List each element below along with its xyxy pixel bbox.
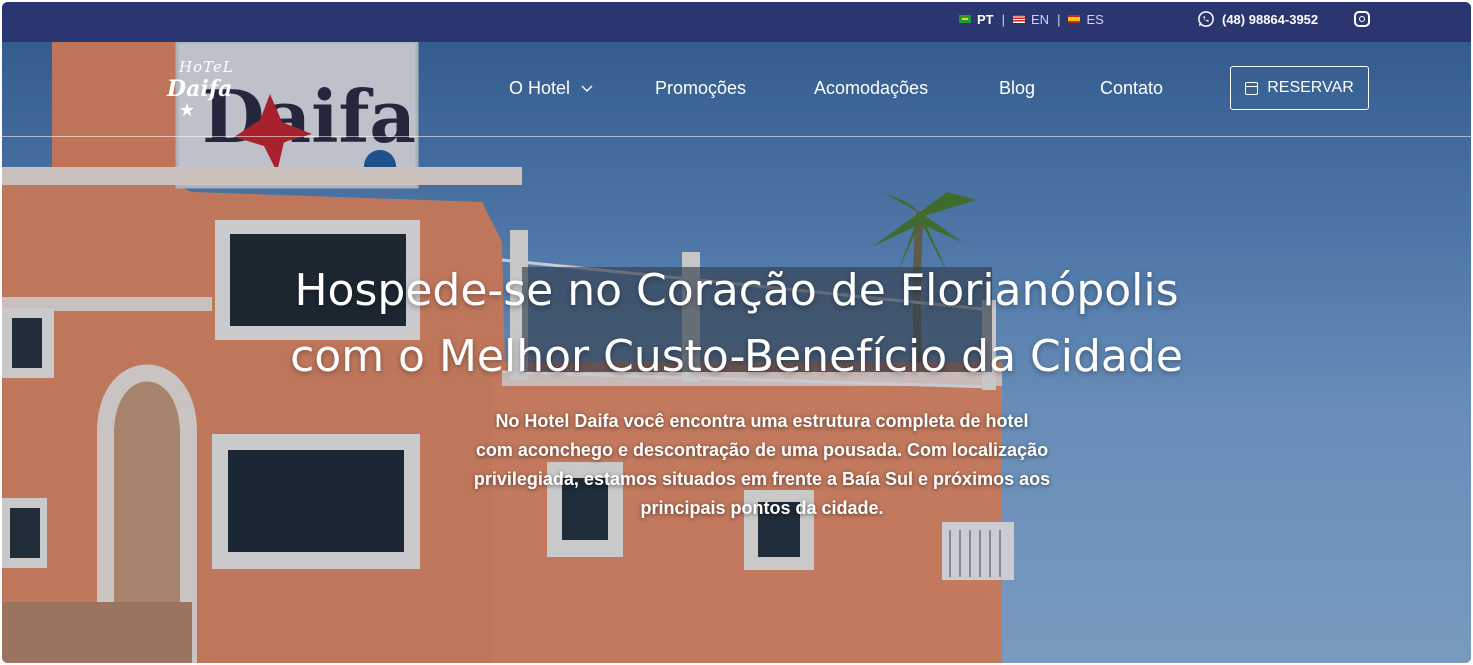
hero-subtitle-line: principais pontos da cidade. xyxy=(640,498,884,518)
phone-number: (48) 98864-3952 xyxy=(1222,11,1319,27)
nav-item-promocoes[interactable]: Promoções xyxy=(655,78,746,99)
nav-item-o-hotel[interactable]: O Hotel xyxy=(509,78,593,99)
hero-subtitle-line: com aconchego e descontração de uma pous… xyxy=(475,440,1049,460)
hero-title-line1: Hospede-se no Coração de Florianópolis xyxy=(294,265,1179,316)
hero-subtitle-line: privilegiada, estamos situados em frente… xyxy=(473,469,1051,489)
reservar-button[interactable]: RESERVAR xyxy=(1230,66,1369,110)
phone-link[interactable]: (48) 98864-3952 xyxy=(1197,2,1318,36)
language-es[interactable]: ES xyxy=(1068,11,1104,27)
brazil-flag-icon xyxy=(959,15,971,23)
hero-subtitle-line: No Hotel Daifa você encontra uma estrutu… xyxy=(495,411,1029,431)
usa-flag-icon xyxy=(1013,15,1026,23)
chevron-down-icon xyxy=(581,85,593,93)
whatsapp-icon xyxy=(1198,11,1214,27)
language-en[interactable]: EN xyxy=(1013,12,1049,27)
hero-subtitle: No Hotel Daifa você encontra uma estrutu… xyxy=(442,407,1082,523)
language-pt-label: PT xyxy=(977,11,994,27)
hero-title-line2: com o Melhor Custo-Benefício da Cidade xyxy=(290,331,1183,382)
logo-line1: HoTeL xyxy=(179,58,234,76)
logo-line2: Daifa xyxy=(167,76,233,102)
nav-item-label: O Hotel xyxy=(509,78,571,98)
language-en-label: EN xyxy=(1031,11,1050,27)
nav-item-blog[interactable]: Blog xyxy=(999,78,1035,99)
spain-flag-icon xyxy=(1068,15,1081,23)
main-nav: HoTeL Daifa ★ O Hotel Promoções Acomodaç… xyxy=(2,42,1471,137)
starfish-icon: ★ xyxy=(179,100,196,120)
nav-item-acomodacoes[interactable]: Acomodações xyxy=(814,78,928,99)
hero-section: Daifa HoTeL Daifa ★ O Hotel Promoções Ac… xyxy=(2,42,1471,663)
nav-item-contato[interactable]: Contato xyxy=(1100,78,1163,99)
top-bar: PT | EN | ES (48) 98864-3952 xyxy=(2,2,1471,42)
language-separator: | xyxy=(1001,11,1006,27)
hotel-logo[interactable]: HoTeL Daifa ★ xyxy=(165,58,245,124)
language-es-label: ES xyxy=(1086,11,1104,27)
browser-frame: PT | EN | ES (48) 98864-3952 Daifa HoTeL… xyxy=(2,2,1471,663)
language-pt[interactable]: PT xyxy=(959,12,994,27)
hero-title: Hospede-se no Coração de Florianópolis c… xyxy=(2,258,1471,390)
reservar-label: RESERVAR xyxy=(1267,79,1354,96)
calendar-icon xyxy=(1245,81,1259,95)
instagram-icon[interactable] xyxy=(1354,11,1370,27)
language-switcher: PT | EN | ES xyxy=(959,2,1104,36)
language-separator: | xyxy=(1057,11,1061,27)
